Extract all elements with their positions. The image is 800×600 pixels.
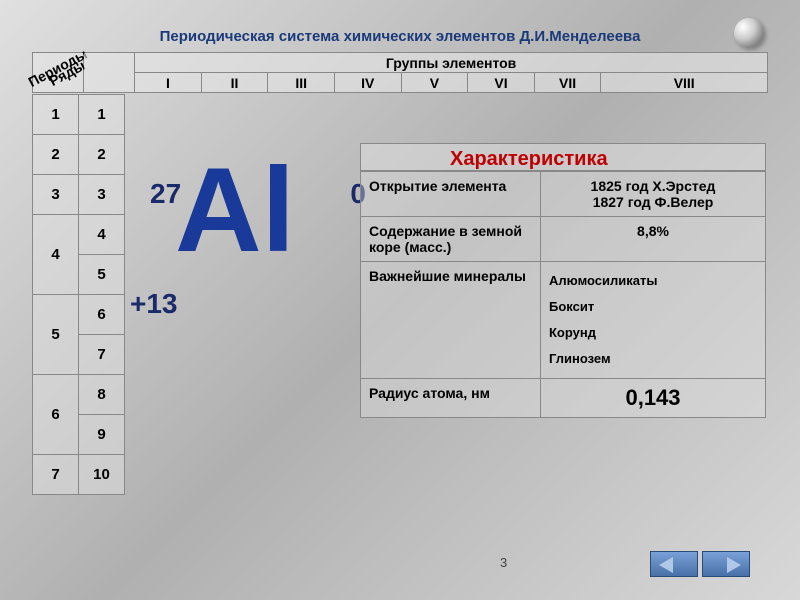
period-cell: 6 xyxy=(33,375,79,455)
decorative-sphere xyxy=(734,18,764,48)
group-1: I xyxy=(135,73,202,93)
char-value: АлюмосиликатыБокситКорундГлинозем xyxy=(541,262,766,379)
characteristics-title: Характеристика xyxy=(450,148,608,171)
groups-header: Группы элементов xyxy=(135,53,768,73)
char-label: Важнейшие минералы xyxy=(361,262,541,379)
group-8: VIII xyxy=(601,73,768,93)
period-cell: 5 xyxy=(33,295,79,375)
row-cell: 4 xyxy=(79,215,125,255)
period-cell: 1 xyxy=(33,95,79,135)
char-label: Открытие элемента xyxy=(361,172,541,217)
row-cell: 6 xyxy=(79,295,125,335)
char-label: Содержание в земной коре (масс.) xyxy=(361,217,541,262)
nav-controls xyxy=(650,551,750,582)
group-2: II xyxy=(201,73,268,93)
element-charge: +13 xyxy=(130,288,178,320)
period-cell: 3 xyxy=(33,175,79,215)
periods-rows-table: 112233445567689710 xyxy=(32,94,125,495)
roman-row: I II III IV V VI VII VIII xyxy=(33,73,768,93)
char-value: 8,8% xyxy=(541,217,766,262)
row-cell: 10 xyxy=(79,455,125,495)
characteristics-table: Открытие элемента1825 год Х.Эрстед1827 г… xyxy=(360,171,766,418)
row-cell: 9 xyxy=(79,415,125,455)
rows-header-blank xyxy=(84,53,135,93)
char-value: 1825 год Х.Эрстед1827 год Ф.Велер xyxy=(541,172,766,217)
row-cell: 5 xyxy=(79,255,125,295)
element-card: 27 0 Al +13 xyxy=(130,150,340,270)
row-cell: 2 xyxy=(79,135,125,175)
slide-number: 3 xyxy=(500,555,507,570)
group-6: VI xyxy=(468,73,535,93)
next-button[interactable] xyxy=(702,551,750,577)
group-5: V xyxy=(401,73,468,93)
periods-rows-header: Ряды Периоды xyxy=(33,53,84,93)
period-cell: 7 xyxy=(33,455,79,495)
row-cell: 7 xyxy=(79,335,125,375)
prev-button[interactable] xyxy=(650,551,698,577)
group-7: VII xyxy=(534,73,601,93)
period-cell: 2 xyxy=(33,135,79,175)
period-cell: 4 xyxy=(33,215,79,295)
row-cell: 1 xyxy=(79,95,125,135)
char-label: Радиус атома, нм xyxy=(361,379,541,418)
page-title: Периодическая система химических элемент… xyxy=(0,28,800,45)
char-value: 0,143 xyxy=(541,379,766,418)
group-3: III xyxy=(268,73,335,93)
group-4: IV xyxy=(334,73,401,93)
row-cell: 8 xyxy=(79,375,125,415)
row-cell: 3 xyxy=(79,175,125,215)
element-symbol: Al xyxy=(130,150,340,270)
periodic-header-table: Ряды Периоды Группы элементов I II III I… xyxy=(32,52,768,93)
element-mass: 27 xyxy=(150,178,181,210)
